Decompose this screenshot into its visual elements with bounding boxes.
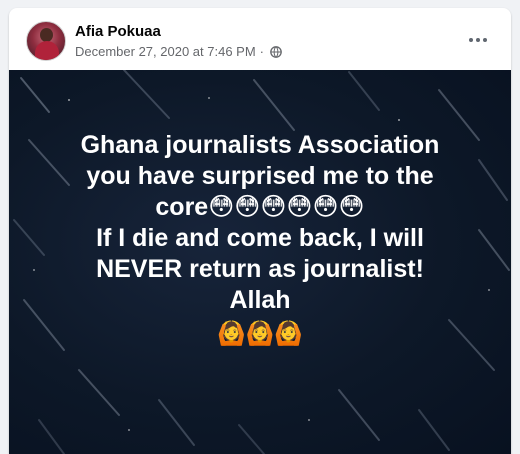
post-text-line: you have surprised me to the bbox=[86, 162, 434, 190]
post-meta: December 27, 2020 at 7:46 PM · bbox=[75, 44, 282, 59]
post-text-line: If I die and come back, I will bbox=[96, 224, 424, 252]
avatar[interactable] bbox=[26, 21, 66, 61]
post-timestamp[interactable]: December 27, 2020 at 7:46 PM bbox=[75, 44, 256, 59]
post-emoji-line: 🙆🙆🙆 bbox=[217, 320, 303, 346]
post-text: Ghana journalists Association you have s… bbox=[9, 130, 511, 348]
post-header: Afia Pokuaa December 27, 2020 at 7:46 PM… bbox=[9, 8, 511, 70]
meta-separator: · bbox=[259, 44, 265, 59]
avatar-head bbox=[40, 28, 53, 42]
avatar-body bbox=[35, 41, 59, 60]
post-text-line: Allah bbox=[229, 286, 291, 314]
more-options-icon[interactable] bbox=[466, 30, 490, 50]
post-card: Afia Pokuaa December 27, 2020 at 7:46 PM… bbox=[9, 8, 511, 454]
globe-icon bbox=[270, 45, 282, 58]
post-text-line: NEVER return as journalist! bbox=[96, 255, 424, 283]
author-name[interactable]: Afia Pokuaa bbox=[75, 23, 161, 40]
post-text-line: Ghana journalists Association bbox=[80, 131, 440, 159]
post-image: Ghana journalists Association you have s… bbox=[9, 70, 511, 454]
post-text-line: core😳😳😳😳😳😳 bbox=[155, 193, 365, 221]
